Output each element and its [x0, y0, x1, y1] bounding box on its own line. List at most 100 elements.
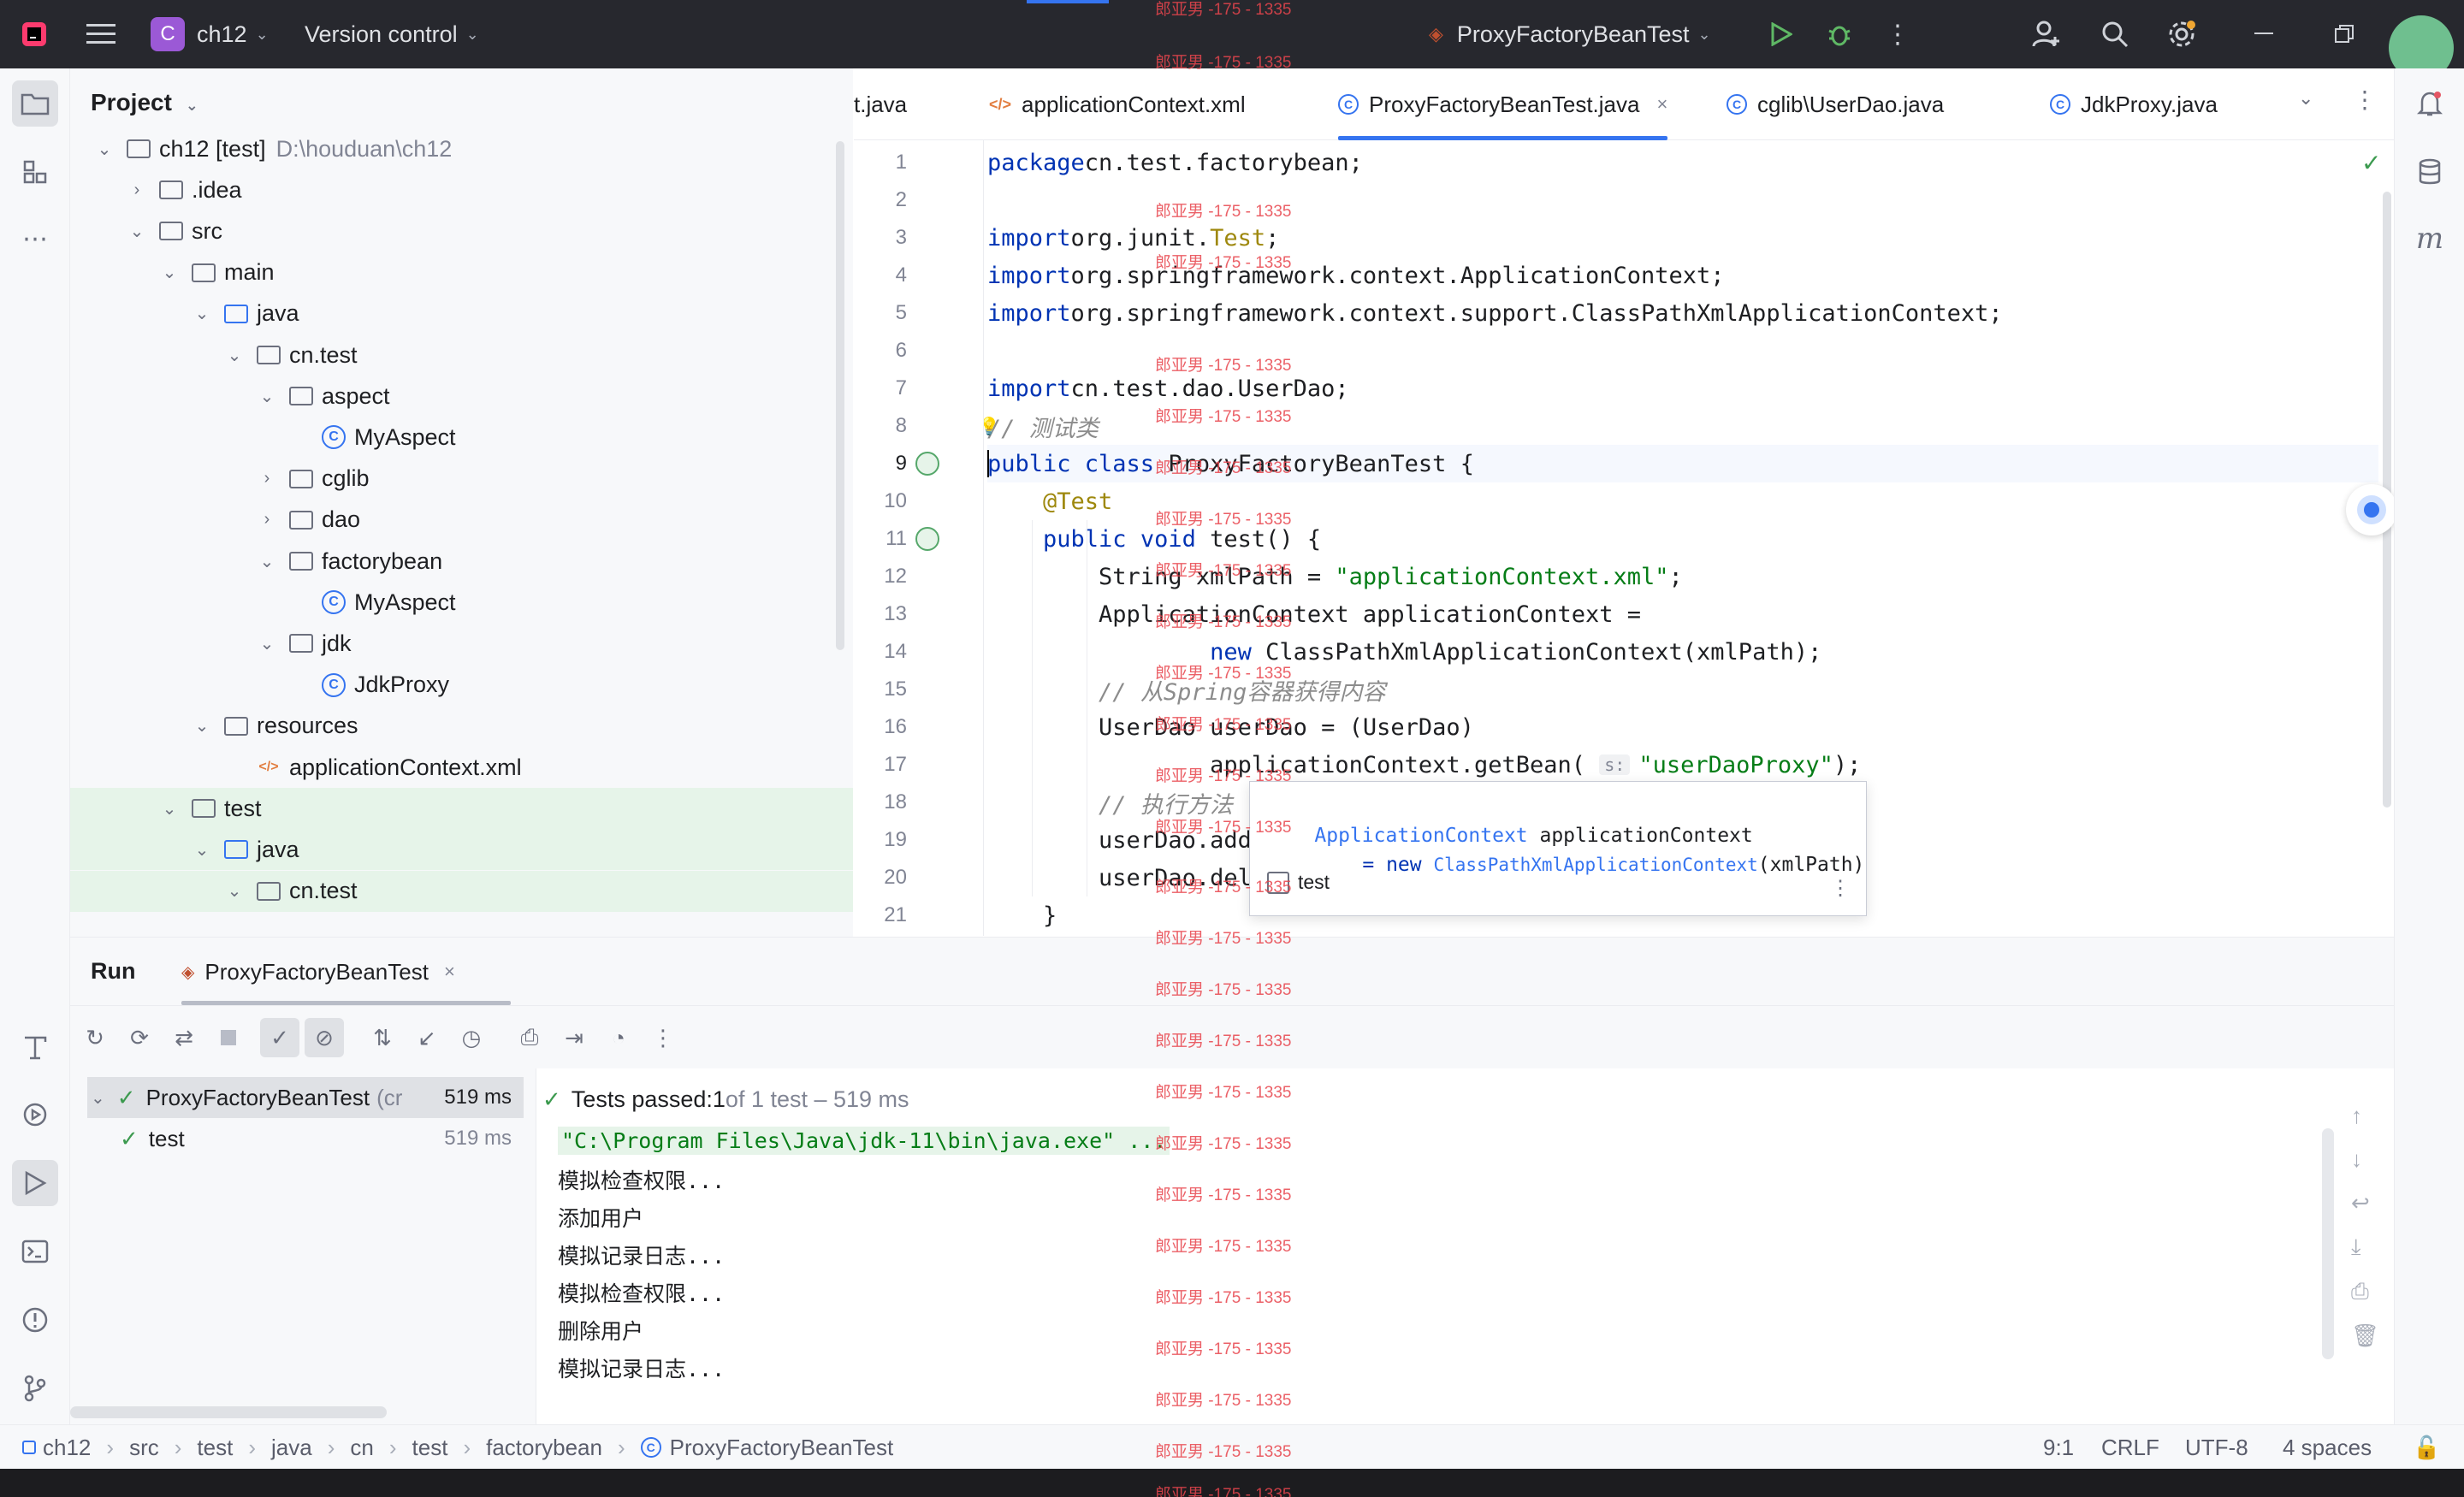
line-number[interactable]: 2	[854, 188, 907, 212]
build-tool-icon[interactable]	[12, 1023, 58, 1069]
tree-item[interactable]: </> applicationContext.xml	[70, 747, 853, 788]
indent-setting[interactable]: 4 spaces	[2283, 1425, 2372, 1470]
line-number[interactable]: 9	[854, 452, 907, 476]
collapse-icon[interactable]: ↙	[407, 1018, 447, 1057]
line-number[interactable]: 13	[854, 602, 907, 626]
file-encoding[interactable]: UTF-8	[2185, 1425, 2248, 1470]
chevron-down-icon[interactable]: ⌄	[91, 1087, 105, 1109]
tree-item[interactable]: ⌄ test	[70, 788, 853, 830]
line-number[interactable]: 19	[854, 828, 907, 852]
tree-item[interactable]: ⌄ aspect	[70, 376, 853, 417]
tab-list-chevron-icon[interactable]: ⌄	[2298, 87, 2313, 109]
line-number[interactable]: 4	[854, 263, 907, 287]
chevron-down-icon[interactable]: ⌄	[94, 139, 115, 160]
tree-item[interactable]: ⌄ ch12 [test] D:\houduan\ch12	[70, 128, 853, 169]
arrow-up-icon[interactable]: ↑	[2351, 1103, 2379, 1129]
line-number[interactable]: 11	[854, 527, 907, 551]
project-tool-icon[interactable]	[12, 80, 58, 127]
intention-bulb-icon[interactable]: 💡	[984, 416, 1000, 436]
coverage-icon[interactable]: ◔	[599, 1018, 638, 1057]
line-number[interactable]: 21	[854, 903, 907, 927]
run-test-gutter-icon[interactable]	[915, 527, 939, 551]
tree-item[interactable]: ⌄ factorybean	[70, 541, 853, 582]
line-number[interactable]: 18	[854, 790, 907, 814]
version-control-menu[interactable]: Version control ⌄	[305, 0, 479, 68]
settings-icon[interactable]	[2163, 15, 2200, 53]
arrow-down-icon[interactable]: ↓	[2351, 1146, 2379, 1173]
line-number[interactable]: 1	[854, 151, 907, 175]
run-tab[interactable]: ◈ ProxyFactoryBeanTest ×	[181, 938, 455, 1006]
show-passed-icon[interactable]: ✓	[260, 1018, 299, 1057]
test-result-item[interactable]: ✓ test 519 ms	[87, 1118, 524, 1159]
editor-tab[interactable]: </> applicationContext.xml	[989, 68, 1246, 140]
rerun-icon[interactable]: ↻	[75, 1018, 115, 1057]
chevron-down-icon[interactable]: ⌄	[192, 715, 212, 737]
tree-item[interactable]: ⌄ jdk	[70, 623, 853, 664]
line-number[interactable]: 17	[854, 753, 907, 777]
rerun-failed-icon[interactable]: ⟳	[120, 1018, 159, 1057]
line-number[interactable]: 16	[854, 715, 907, 739]
line-number[interactable]: 20	[854, 866, 907, 890]
intellij-logo-icon[interactable]	[15, 15, 53, 53]
line-number[interactable]: 15	[854, 677, 907, 701]
breadcrumb-item[interactable]: src	[129, 1435, 159, 1461]
tree-item[interactable]: C JdkProxy	[70, 665, 853, 706]
editor-tab[interactable]: t.java	[854, 68, 907, 140]
main-menu-icon[interactable]	[82, 15, 120, 53]
clear-icon[interactable]: 🗑	[2351, 1322, 2379, 1349]
maven-icon[interactable]: m	[2407, 216, 2453, 262]
chevron-down-icon[interactable]: ⌄	[159, 798, 180, 820]
chevron-down-icon[interactable]: ⌄	[127, 221, 147, 242]
tree-item[interactable]: › cglib	[70, 459, 853, 500]
run-tool-icon[interactable]	[12, 1160, 58, 1206]
sort-icon[interactable]: ⇅	[363, 1018, 402, 1057]
run-config-selector[interactable]: ◈ ProxyFactoryBeanTest ⌄	[1429, 0, 1711, 68]
tab-more-icon[interactable]: ⋮	[2353, 86, 2377, 114]
line-number[interactable]: 6	[854, 339, 907, 363]
more-actions-icon[interactable]: ⋮	[1879, 15, 1916, 53]
chevron-down-icon[interactable]: ⌄	[224, 880, 245, 902]
breadcrumb-item[interactable]: cn	[350, 1435, 373, 1461]
lock-icon[interactable]: 🔓	[2413, 1425, 2440, 1470]
tree-item[interactable]: ⌄ cn.test	[70, 870, 853, 912]
close-icon[interactable]: ×	[444, 961, 455, 983]
structure-tool-icon[interactable]	[12, 149, 58, 195]
breadcrumb-item[interactable]: factorybean	[486, 1435, 602, 1461]
chevron-down-icon[interactable]: ⌄	[159, 262, 180, 283]
chevron-right-icon[interactable]: ›	[257, 510, 277, 530]
chevron-down-icon[interactable]: ⌄	[257, 551, 277, 572]
run-icon[interactable]	[1762, 15, 1800, 53]
line-separator[interactable]: CRLF	[2101, 1425, 2159, 1470]
terminal-tool-icon[interactable]	[12, 1228, 58, 1275]
editor-tab[interactable]: C ProxyFactoryBeanTest.java ×	[1338, 68, 1668, 140]
popup-more-icon[interactable]: ⋮	[1830, 876, 1851, 900]
tree-item[interactable]: ⌄ java	[70, 293, 853, 334]
add-user-icon[interactable]	[2028, 15, 2065, 53]
debug-icon[interactable]	[1821, 15, 1858, 53]
search-icon[interactable]	[2096, 15, 2134, 53]
run-test-gutter-icon[interactable]	[915, 452, 939, 476]
print-icon[interactable]: ⎙	[2351, 1278, 2379, 1305]
more-options-icon[interactable]: ⋮	[643, 1018, 683, 1057]
breadcrumb-item[interactable]: test	[197, 1435, 233, 1461]
git-tool-icon[interactable]	[12, 1365, 58, 1411]
test-tree-scrollbar[interactable]	[70, 1406, 387, 1418]
soft-wrap-icon[interactable]: ↩	[2351, 1190, 2379, 1216]
line-number[interactable]: 3	[854, 226, 907, 250]
line-number[interactable]: 10	[854, 489, 907, 513]
chevron-down-icon[interactable]: ⌄	[192, 839, 212, 861]
line-number[interactable]: 12	[854, 565, 907, 589]
popup-method[interactable]: test	[1298, 871, 1330, 894]
minimize-icon[interactable]	[2245, 15, 2283, 53]
tree-item[interactable]: C MyAspect	[70, 417, 853, 458]
tree-item[interactable]: C MyAspect	[70, 582, 853, 623]
test-result-item[interactable]: ⌄ ✓ ProxyFactoryBeanTest (cr 519 ms	[87, 1077, 524, 1118]
project-switcher[interactable]: C ch12 ⌄	[151, 0, 269, 68]
close-icon[interactable]: ×	[1656, 93, 1667, 115]
tree-item[interactable]: ⌄ main	[70, 252, 853, 293]
import-tests-icon[interactable]: ⇥	[554, 1018, 594, 1057]
breadcrumb-item[interactable]: ch12	[43, 1435, 91, 1461]
editor-tab[interactable]: Ccglib\UserDao.java	[1727, 68, 1944, 140]
screenshot-icon[interactable]: ⎙	[510, 1018, 549, 1057]
tree-item[interactable]: ⌄ resources	[70, 706, 853, 747]
